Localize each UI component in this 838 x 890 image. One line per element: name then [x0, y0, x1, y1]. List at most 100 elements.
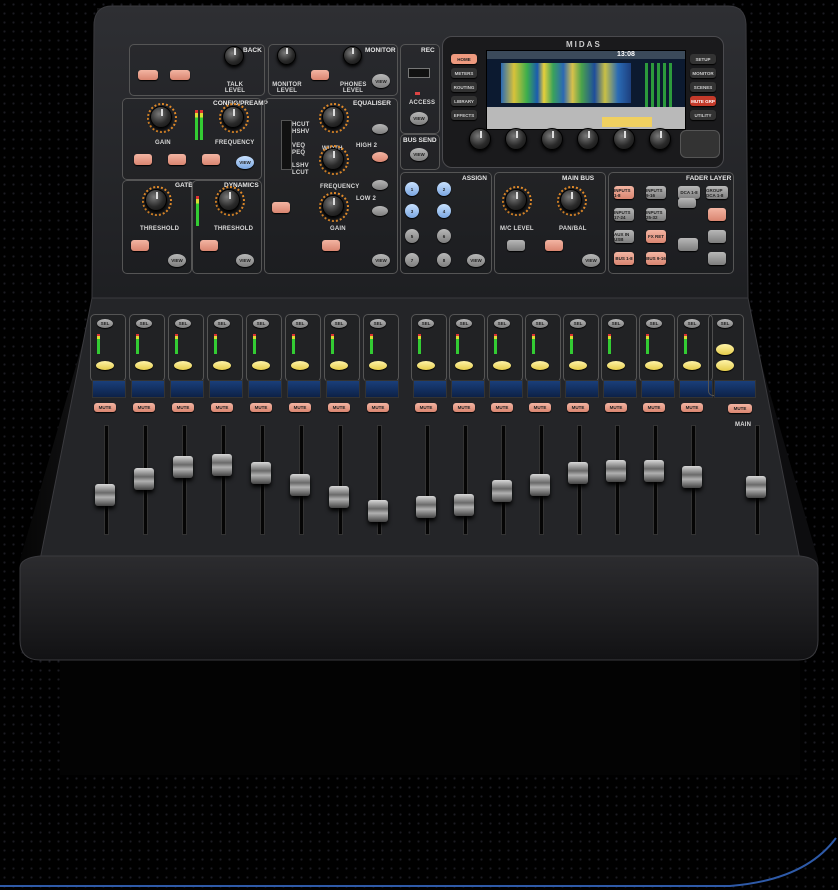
ch-left-2-fader-cap[interactable] [134, 468, 154, 490]
ch-right-3-solo-button[interactable] [493, 361, 511, 370]
assign-view-button[interactable]: VIEW [467, 254, 485, 267]
ch-right-3-sel-button[interactable]: SEL [494, 319, 510, 328]
assign-button-5[interactable]: 5 [405, 229, 419, 243]
polarity-button[interactable] [168, 154, 186, 165]
rec-view-button[interactable]: VIEW [410, 112, 428, 125]
ch-left-7-sel-button[interactable]: SEL [331, 319, 347, 328]
ch-left-8-mute-button[interactable]: MUTE [367, 403, 389, 412]
monitor-screen-button[interactable]: MONITOR [690, 68, 716, 78]
ch-right-6-solo-button[interactable] [607, 361, 625, 370]
layer-aux-in-usb[interactable]: AUX IN USB [614, 230, 634, 243]
ch-right-5-fader-cap[interactable] [568, 462, 588, 485]
effects-button[interactable]: EFFECTS [451, 110, 477, 120]
ch-right-6-sel-button[interactable]: SEL [608, 319, 624, 328]
mute-grp-button[interactable]: MUTE GRP [690, 96, 716, 106]
ch-right-4-fader-cap[interactable] [530, 473, 550, 496]
ch-right-1-fader-cap[interactable] [416, 496, 436, 518]
gate-threshold-knob[interactable] [145, 189, 167, 211]
usb-port[interactable] [408, 68, 430, 78]
lowcut-button[interactable] [202, 154, 220, 165]
main-bus-view-button[interactable]: VIEW [582, 254, 600, 267]
ch-left-5-sel-button[interactable]: SEL [253, 319, 269, 328]
ch-right-8-sel-button[interactable]: SEL [684, 319, 700, 328]
ch-left-5-fader-cap[interactable] [251, 462, 271, 485]
ch-left-7-solo-button[interactable] [330, 361, 348, 370]
assign-button-6[interactable]: 6 [437, 229, 451, 243]
nav-pad[interactable] [680, 130, 720, 158]
ch-right-3-fader-cap[interactable] [492, 480, 512, 502]
ch-right-8-fader-cap[interactable] [682, 465, 702, 488]
ch-right-5-sel-button[interactable]: SEL [570, 319, 586, 328]
main-mute-button[interactable]: MUTE [728, 404, 752, 413]
ch-left-4-sel-button[interactable]: SEL [214, 319, 230, 328]
config-view-button[interactable]: VIEW [236, 156, 254, 169]
ch-left-5-solo-button[interactable] [252, 361, 270, 370]
library-button[interactable]: LIBRARY [451, 96, 477, 106]
eq-on-button[interactable] [322, 240, 340, 251]
ch-left-2-solo-button[interactable] [135, 361, 153, 370]
talk-level-knob[interactable] [224, 46, 244, 66]
ch-right-2-solo-button[interactable] [455, 361, 473, 370]
layer-bus-1-8[interactable]: BUS 1-8 [614, 252, 634, 265]
ch-left-6-solo-button[interactable] [291, 361, 309, 370]
bus-layer-button[interactable] [708, 208, 726, 221]
ch-right-5-mute-button[interactable]: MUTE [567, 403, 589, 412]
ch-right-6-mute-button[interactable]: MUTE [605, 403, 627, 412]
sends-on-fader-button[interactable] [678, 238, 698, 251]
monitor-dim-button[interactable] [311, 70, 329, 80]
frequency-knob[interactable] [222, 106, 244, 128]
eq-high2-button[interactable] [372, 152, 388, 162]
pan-bal-knob[interactable] [560, 189, 582, 211]
ch-left-1-fader-cap[interactable] [95, 484, 115, 506]
phones-level-knob[interactable] [343, 46, 362, 65]
dynamics-on-button[interactable] [200, 240, 218, 251]
dynamics-threshold-knob[interactable] [218, 189, 240, 211]
ch-right-8-mute-button[interactable]: MUTE [681, 403, 703, 412]
eq-width-knob[interactable] [322, 106, 344, 128]
gain-knob[interactable] [150, 106, 172, 128]
eq-frequency-knob[interactable] [322, 148, 344, 170]
layer-inputs-1-8[interactable]: INPUTS 1-8 [614, 186, 634, 199]
ch-left-7-fader-cap[interactable] [329, 486, 349, 509]
mc-level-knob[interactable] [505, 189, 527, 211]
layer-inputs-25-32[interactable]: INPUTS 25-32 [646, 208, 666, 221]
phantom-button[interactable] [134, 154, 152, 165]
utility-button[interactable]: UTILITY [690, 110, 716, 120]
ch-left-8-fader-cap[interactable] [368, 500, 388, 522]
main-assign-button[interactable] [545, 240, 563, 251]
layer-inputs-17-24[interactable]: INPUTS 17-24 [614, 208, 634, 221]
ch-left-3-solo-button[interactable] [174, 361, 192, 370]
screen-encoder-5[interactable] [613, 128, 635, 150]
ch-right-4-mute-button[interactable]: MUTE [529, 403, 551, 412]
ch-left-2-mute-button[interactable]: MUTE [133, 403, 155, 412]
mc-assign-button[interactable] [507, 240, 525, 251]
main-solo-button[interactable] [716, 344, 734, 355]
setup-button[interactable]: SETUP [690, 54, 716, 64]
ch-right-7-fader-cap[interactable] [644, 460, 664, 482]
ch-right-2-mute-button[interactable]: MUTE [453, 403, 475, 412]
matrix-main-button[interactable] [708, 252, 726, 265]
ch-left-6-sel-button[interactable]: SEL [292, 319, 308, 328]
monitor-view-button[interactable]: VIEW [372, 74, 390, 88]
main-sel-button[interactable]: SEL [717, 319, 733, 328]
ch-right-7-solo-button[interactable] [645, 361, 663, 370]
eq-low-button[interactable] [372, 180, 388, 190]
ch-right-1-sel-button[interactable]: SEL [418, 319, 434, 328]
screen-encoder-1[interactable] [469, 128, 491, 150]
home-button[interactable]: HOME [451, 54, 477, 64]
ch-right-7-mute-button[interactable]: MUTE [643, 403, 665, 412]
bus-send-view-button[interactable]: VIEW [410, 148, 428, 161]
ch-left-6-mute-button[interactable]: MUTE [289, 403, 311, 412]
gate-view-button[interactable]: VIEW [168, 254, 186, 267]
eq-view-button[interactable]: VIEW [372, 254, 390, 267]
ch-right-1-mute-button[interactable]: MUTE [415, 403, 437, 412]
routing-button[interactable]: ROUTING [451, 82, 477, 92]
ch-left-3-fader-cap[interactable] [173, 456, 193, 478]
ch-left-6-fader-cap[interactable] [290, 473, 310, 496]
ch-left-1-mute-button[interactable]: MUTE [94, 403, 116, 412]
scenes-button[interactable]: SCENES [690, 82, 716, 92]
monitor-level-knob[interactable] [277, 46, 296, 65]
layer-inputs-9-16[interactable]: INPUTS 9-16 [646, 186, 666, 199]
ch-left-5-mute-button[interactable]: MUTE [250, 403, 272, 412]
screen-encoder-6[interactable] [649, 128, 671, 150]
